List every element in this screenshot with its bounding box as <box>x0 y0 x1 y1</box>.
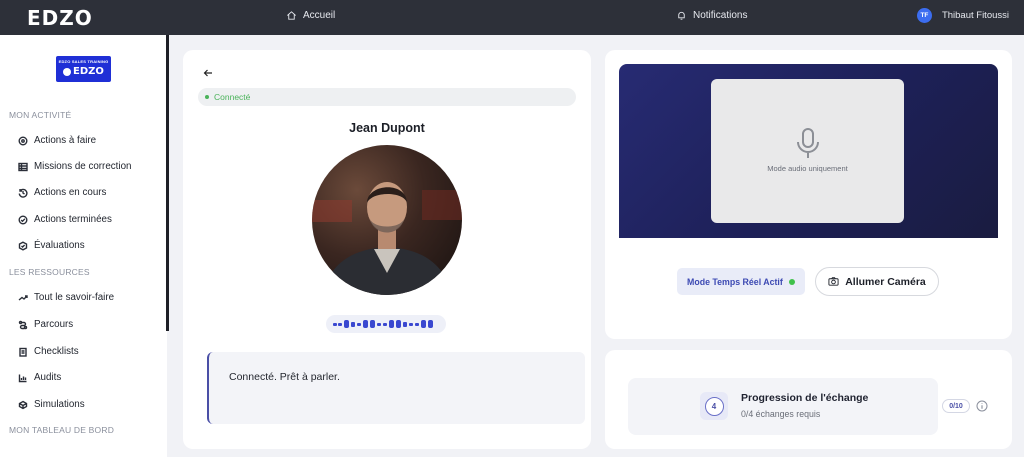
connection-status-label: Connecté <box>214 92 251 102</box>
sidebar-item-parcours[interactable]: Parcours <box>18 319 73 330</box>
transcript-message: Connecté. Prêt à parler. <box>207 352 585 424</box>
progress-title: Progression de l'échange <box>741 392 869 404</box>
person-portrait-icon <box>312 145 462 295</box>
sidebar-item-actions-a-faire[interactable]: Actions à faire <box>18 135 96 146</box>
sidebar-item-simulations[interactable]: Simulations <box>18 399 85 410</box>
progress-subtitle: 0/4 échanges requis <box>741 409 821 419</box>
audio-only-label: Mode audio uniquement <box>767 164 848 173</box>
transcript-text: Connecté. Prêt à parler. <box>229 371 340 383</box>
sidebar-item-label: Checklists <box>34 346 79 357</box>
brand-logo[interactable]: EDZO <box>27 6 93 30</box>
route-icon <box>18 320 28 329</box>
sidebar-item-label: Audits <box>34 372 62 383</box>
contact-name: Jean Dupont <box>349 121 425 135</box>
target-icon <box>18 136 28 145</box>
check-circle-icon <box>18 215 28 224</box>
contact-avatar <box>312 145 462 295</box>
sidebar-item-evaluations[interactable]: Évaluations <box>18 240 85 251</box>
sidebar-item-label: Parcours <box>34 319 74 330</box>
video-panel: Mode audio uniquement Mode Temps Réel Ac… <box>605 50 1012 339</box>
call-panel: Connecté Jean Dupont Connecté. Prêt à pa… <box>183 50 591 449</box>
turn-on-camera-label: Allumer Caméra <box>845 275 926 288</box>
checklist-icon <box>19 347 27 357</box>
sidebar-item-actions-en-cours[interactable]: Actions en cours <box>18 187 106 198</box>
simulation-icon <box>18 400 28 409</box>
microphone-icon <box>797 128 819 158</box>
info-icon[interactable] <box>976 400 988 412</box>
sidebar-scrollbar[interactable] <box>166 35 169 331</box>
section-title-resources: LES RESSOURCES <box>9 267 90 277</box>
step-number: 4 <box>704 396 724 416</box>
sidebar-item-actions-terminees[interactable]: Actions terminées <box>18 214 112 225</box>
logo-wordmark: EDZO <box>73 66 104 77</box>
sidebar-item-label: Évaluations <box>34 240 85 251</box>
audio-waveform <box>326 315 446 333</box>
status-dot-icon <box>205 95 209 99</box>
nav-home[interactable]: Accueil <box>286 10 335 21</box>
progress-panel: 4 Progression de l'échange 0/4 échanges … <box>605 350 1012 449</box>
sidebar-item-label: Actions terminées <box>34 214 112 225</box>
step-badge: 4 <box>700 392 728 420</box>
sidebar-item-label: Simulations <box>34 399 85 410</box>
home-icon <box>287 11 296 20</box>
logo-tagline: EDZO SALES TRAINING <box>58 59 109 64</box>
exchange-count-badge: 0/10 <box>942 399 970 413</box>
nav-notifications-label: Notifications <box>693 10 748 21</box>
layers-icon <box>18 294 28 301</box>
audio-only-placeholder: Mode audio uniquement <box>711 79 904 223</box>
history-icon <box>18 188 28 198</box>
table-icon <box>18 162 28 171</box>
connection-status: Connecté <box>198 88 576 106</box>
chart-icon <box>18 374 27 382</box>
user-name: Thibaut Fitoussi <box>941 10 1009 21</box>
sidebar: EDZO SALES TRAINING EDZO MON ACTIVITÉ Ac… <box>0 35 167 457</box>
sidebar-item-label: Actions en cours <box>34 187 107 198</box>
back-arrow-icon[interactable] <box>202 67 214 79</box>
live-indicator-icon <box>788 278 795 285</box>
top-navigation-bar: EDZO Accueil Notifications TF Thibaut Fi… <box>0 0 1024 35</box>
sidebar-item-label: Actions à faire <box>34 135 97 146</box>
bell-icon <box>678 11 685 20</box>
sidebar-item-missions-de-correction[interactable]: Missions de correction <box>18 161 131 172</box>
turn-on-camera-button[interactable]: Allumer Caméra <box>815 267 939 296</box>
evaluation-icon <box>18 240 28 251</box>
user-menu[interactable]: TF Thibaut Fitoussi <box>916 8 1009 23</box>
sidebar-item-checklists[interactable]: Checklists <box>18 346 79 357</box>
section-title-dashboard: MON TABLEAU DE BORD <box>9 425 115 435</box>
logo-mark-icon <box>63 67 72 76</box>
sidebar-item-label: Missions de correction <box>34 161 132 172</box>
sidebar-item-savoir-faire[interactable]: Tout le savoir-faire <box>18 292 114 303</box>
video-stage: Mode audio uniquement <box>619 64 998 238</box>
progress-summary: 4 Progression de l'échange 0/4 échanges … <box>628 378 938 435</box>
sidebar-item-label: Tout le savoir-faire <box>34 292 115 303</box>
realtime-mode-badge: Mode Temps Réel Actif <box>677 268 805 295</box>
camera-icon <box>828 277 839 286</box>
section-title-activity: MON ACTIVITÉ <box>9 110 72 120</box>
nav-home-label: Accueil <box>303 10 336 21</box>
sidebar-item-audits[interactable]: Audits <box>18 372 61 383</box>
sidebar-logo[interactable]: EDZO SALES TRAINING EDZO <box>56 56 111 82</box>
realtime-mode-label: Mode Temps Réel Actif <box>687 276 783 287</box>
avatar: TF <box>916 8 932 23</box>
nav-notifications[interactable]: Notifications <box>676 10 747 21</box>
